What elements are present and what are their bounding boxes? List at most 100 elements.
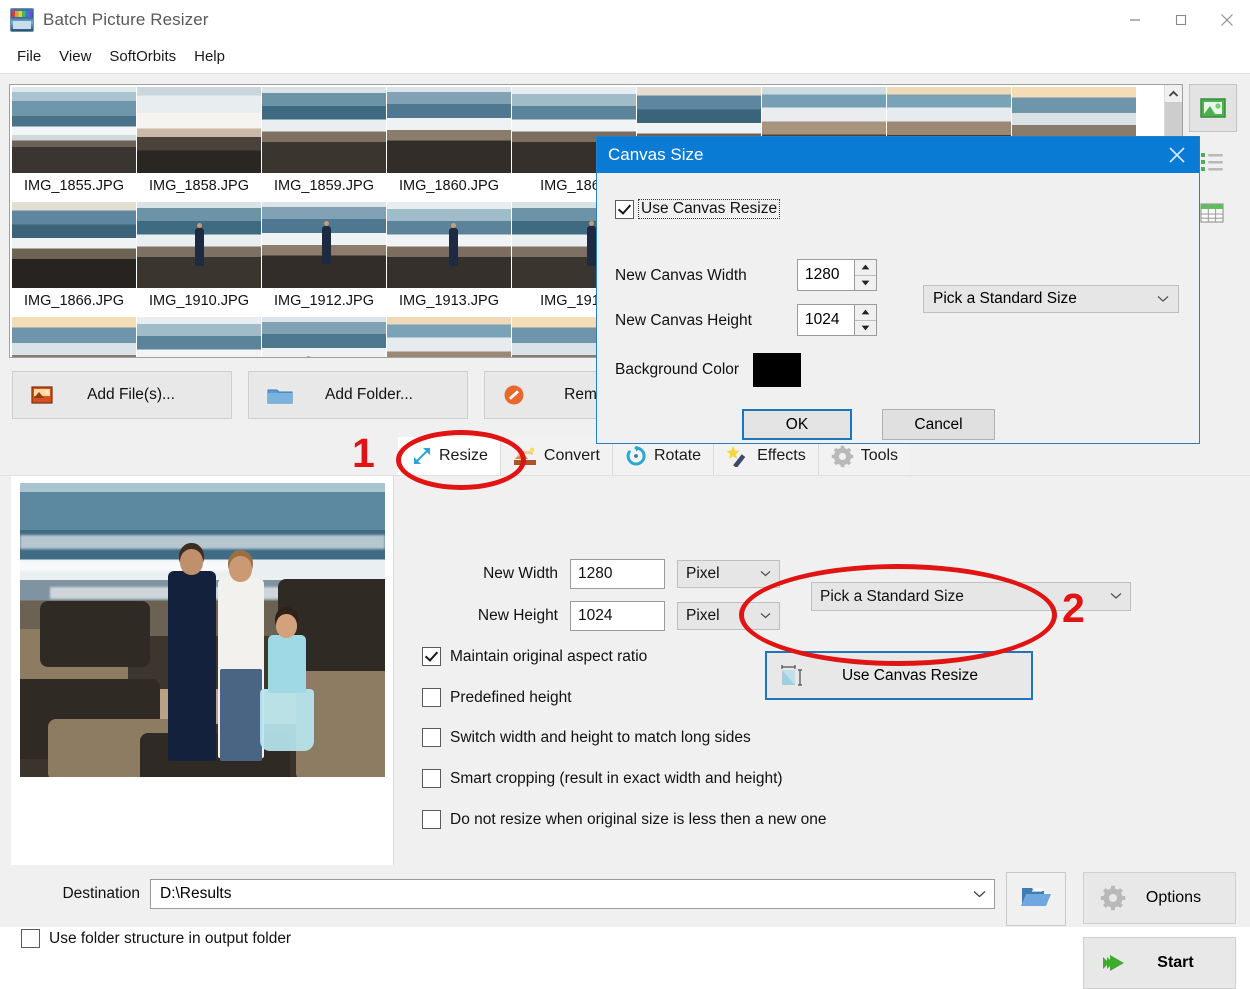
maximize-button[interactable] [1158,0,1204,39]
checkbox-smart-cropping[interactable]: Smart cropping (result in exact width an… [422,769,783,788]
thumbnail-item[interactable]: IMG_1912.JPG [262,202,386,317]
add-files-button[interactable]: Add File(s)... [12,371,232,419]
new-height-label: New Height [477,607,558,624]
destination-row: Destination D:\Results [0,879,995,909]
dialog-ok-button[interactable]: OK [742,409,852,440]
thumbnail-image [387,317,511,357]
new-canvas-height-label: New Canvas Height [615,312,752,329]
dialog-standard-size-value: Pick a Standard Size [933,290,1077,307]
thumbnail-image [12,202,136,288]
annotation-ellipse-resize-tab [396,430,526,490]
new-width-unit-select[interactable]: Pixel [677,560,780,588]
checkbox-box[interactable] [422,688,441,707]
background-color-swatch[interactable] [753,353,801,387]
options-button[interactable]: Options [1083,872,1236,924]
stepper-up-icon[interactable] [855,305,876,321]
thumbnail-item[interactable]: IMG_1859.JPG [262,87,386,202]
checkbox-label: Switch width and height to match long si… [450,728,751,746]
canvas-resize-icon [779,663,805,689]
new-canvas-height-stepper[interactable]: 1024 [797,304,877,336]
thumbnail-item[interactable]: IMG_1910.JPG [137,202,261,317]
checkbox-box[interactable] [422,647,441,666]
thumbnail-item[interactable] [262,317,386,357]
add-folder-button[interactable]: Add Folder... [248,371,468,419]
browse-folder-button[interactable] [1006,872,1066,926]
preview-panel [11,476,394,865]
person-figure [195,223,204,266]
dialog-close-button[interactable] [1155,137,1199,173]
thumbnail-item[interactable]: IMG_1860.JPG [387,87,511,202]
tab-rotate-label: Rotate [653,447,702,464]
thumbnail-image [262,87,386,173]
menu-item-softorbits[interactable]: SoftOrbits [100,46,185,67]
destination-label: Destination [62,885,140,902]
checkbox-switch-width-height[interactable]: Switch width and height to match long si… [422,728,751,747]
checkbox-box[interactable] [615,199,634,219]
thumbnail-label: IMG_1859.JPG [274,178,374,194]
person-figure [587,221,596,266]
stepper-down-icon[interactable] [855,320,876,335]
checkbox-box[interactable] [422,728,441,747]
add-files-label: Add File(s)... [87,386,175,403]
tab-effects-label: Effects [757,447,806,464]
chevron-down-icon [1110,591,1122,603]
thumbnail-item[interactable]: IMG_1855.JPG [12,87,136,202]
destination-select[interactable]: D:\Results [150,879,995,909]
thumbnail-item[interactable]: IMG_1866.JPG [12,202,136,317]
new-width-input[interactable]: 1280 [570,559,665,589]
menu-item-file[interactable]: File [8,46,50,67]
checkbox-box[interactable] [422,769,441,788]
checkbox-use-folder-structure[interactable]: Use folder structure in output folder [21,929,291,948]
dialog-standard-size-select[interactable]: Pick a Standard Size [923,285,1179,313]
person-figure [322,221,331,264]
stepper-up-icon[interactable] [855,260,876,276]
add-folder-label: Add Folder... [325,386,413,403]
thumbnail-item[interactable] [137,317,261,357]
minimize-button[interactable] [1112,0,1158,39]
stepper-down-icon[interactable] [855,275,876,290]
checkbox-box[interactable] [422,810,441,829]
title-bar: Batch Picture Resizer [0,0,1250,39]
preview-image [20,483,385,777]
dialog-body: Use Canvas Resize New Canvas Width 1280 … [597,173,1199,443]
scroll-up-icon[interactable] [1165,85,1182,102]
window-controls [1112,0,1250,39]
thumbnail-label: IMG_1866.JPG [24,293,124,309]
thumbnail-image [137,202,261,288]
menu-item-help[interactable]: Help [185,46,234,67]
dialog-checkbox-use-canvas-resize[interactable]: Use Canvas Resize [615,199,781,219]
new-canvas-width-input[interactable]: 1280 [797,259,854,291]
preview-person-man [168,549,216,761]
thumbnail-item[interactable] [12,317,136,357]
stepper-buttons[interactable] [854,259,877,291]
thumbnail-image [137,317,261,357]
checkbox-box[interactable] [21,929,40,948]
person-figure [449,223,458,266]
checkbox-do-not-resize[interactable]: Do not resize when original size is less… [422,810,827,829]
remove-icon [503,384,525,406]
menu-bar: File View SoftOrbits Help [0,42,1250,71]
open-folder-icon [1020,884,1052,914]
checkbox-predefined-height[interactable]: Predefined height [422,688,572,707]
stepper-buttons[interactable] [854,304,877,336]
thumbnail-label: IMG_1912.JPG [274,293,374,309]
thumbnail-label: IMG_1855.JPG [24,178,124,194]
new-height-input[interactable]: 1024 [570,601,665,631]
image-icon [31,386,53,404]
start-button[interactable]: Start [1083,937,1236,989]
folder-icon [267,386,293,405]
thumbnail-item[interactable] [387,317,511,357]
new-canvas-height-input[interactable]: 1024 [797,304,854,336]
thumbnail-item[interactable]: IMG_1858.JPG [137,87,261,202]
menu-item-view[interactable]: View [50,46,100,67]
close-button[interactable] [1204,0,1250,39]
checkbox-label: Smart cropping (result in exact width an… [450,769,783,787]
tab-tools-label: Tools [860,447,899,464]
thumbnail-view-icon[interactable] [1189,84,1237,132]
new-canvas-width-stepper[interactable]: 1280 [797,259,877,291]
background-color-label: Background Color [615,361,740,378]
dialog-cancel-button[interactable]: Cancel [882,409,995,440]
checkbox-maintain-aspect-ratio[interactable]: Maintain original aspect ratio [422,647,647,666]
thumbnail-item[interactable]: IMG_1913.JPG [387,202,511,317]
chevron-down-icon [760,568,771,580]
